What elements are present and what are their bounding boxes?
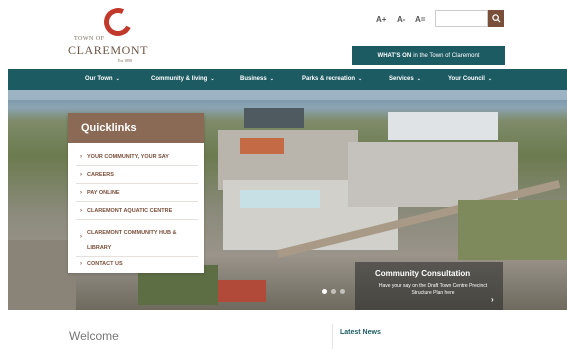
- green-area: [458, 200, 567, 260]
- nav-item-your-council[interactable]: Your Council ⌄: [448, 76, 492, 82]
- nav-item-parks-recreation[interactable]: Parks & recreation ⌄: [302, 76, 362, 82]
- quicklink-label: CLAREMONT COMMUNITY HUB & LIBRARY: [87, 230, 177, 251]
- site-header: TOWN OF CLAREMONT Est 1898 A+ A- A= WHAT…: [0, 0, 567, 68]
- chevron-right-icon: ›: [80, 172, 82, 178]
- font-decrease-button[interactable]: A-: [397, 15, 405, 24]
- search-icon: [491, 14, 501, 23]
- carousel-dot[interactable]: [322, 289, 327, 294]
- logo-name: CLAREMONT: [68, 43, 149, 57]
- chevron-down-icon: ⌄: [358, 76, 363, 82]
- whats-on-button[interactable]: WHAT'S ON in the Town of Claremont: [352, 46, 505, 65]
- consultation-banner[interactable]: Community Consultation Have your say on …: [355, 262, 503, 310]
- font-increase-button[interactable]: A+: [376, 15, 386, 24]
- nav-item-services[interactable]: Services ⌄: [389, 76, 421, 82]
- search-input[interactable]: [435, 10, 488, 27]
- chevron-down-icon: ⌄: [487, 76, 493, 82]
- latest-news-heading: Latest News: [340, 329, 381, 336]
- chevron-down-icon: ⌄: [210, 76, 215, 82]
- quicklink-label: CONTACT US: [87, 261, 123, 267]
- main-nav: Our Town ⌄ Community & living ⌄ Business ⌄ …: [8, 69, 567, 90]
- whats-on-strong: WHAT'S ON: [377, 52, 412, 59]
- search-button[interactable]: [488, 10, 504, 27]
- font-reset-button[interactable]: A=: [415, 15, 425, 24]
- nav-label: Parks & recreation: [302, 76, 356, 82]
- logo-est: Est 1898: [118, 58, 133, 63]
- quicklink-aquatic-centre[interactable]: › CLAREMONT AQUATIC CENTRE: [68, 208, 204, 215]
- quicklink-label: CAREERS: [87, 172, 114, 178]
- carousel-dots: [322, 289, 345, 294]
- nav-item-our-town[interactable]: Our Town ⌄: [85, 76, 120, 82]
- consultation-title: Community Consultation: [375, 269, 471, 278]
- quicklinks-panel: Quicklinks › YOUR COMMUNITY, YOUR SAY › …: [68, 113, 204, 273]
- nav-label: Your Council: [448, 76, 485, 82]
- chevron-right-icon: ›: [80, 190, 82, 196]
- chevron-right-icon: ›: [80, 234, 82, 240]
- nav-item-business[interactable]: Business ⌄: [240, 76, 274, 82]
- quicklink-your-community[interactable]: › YOUR COMMUNITY, YOUR SAY: [68, 154, 204, 161]
- quicklink-label: PAY ONLINE: [87, 190, 120, 196]
- houses-left: [8, 240, 76, 310]
- divider: [76, 219, 198, 220]
- nav-label: Services: [389, 76, 414, 82]
- chevron-down-icon: ⌄: [269, 76, 274, 82]
- tower-block: [388, 112, 498, 140]
- chevron-right-icon: ›: [80, 261, 82, 267]
- quicklink-label: CLAREMONT AQUATIC CENTRE: [87, 208, 173, 214]
- chevron-right-icon: ›: [80, 208, 82, 214]
- nav-label: Community & living: [151, 76, 208, 82]
- quicklinks-title: Quicklinks: [68, 113, 204, 143]
- divider: [76, 256, 198, 257]
- divider: [76, 201, 198, 202]
- divider: [76, 165, 198, 166]
- logo-c-mark: [100, 4, 136, 40]
- quicklink-contact-us[interactable]: › CONTACT US: [68, 261, 204, 268]
- town-logo[interactable]: TOWN OF CLAREMONT Est 1898: [66, 4, 149, 63]
- chevron-down-icon: ⌄: [115, 76, 120, 82]
- glass-roof: [240, 190, 320, 208]
- quicklink-pay-online[interactable]: › PAY ONLINE: [68, 190, 204, 197]
- carousel-dot[interactable]: [340, 289, 345, 294]
- dark-building: [244, 108, 304, 128]
- sky-strip: [8, 90, 567, 100]
- quicklink-community-hub[interactable]: › CLAREMONT COMMUNITY HUB & LIBRARY: [68, 226, 198, 256]
- quicklink-careers[interactable]: › CAREERS: [68, 172, 204, 179]
- divider: [332, 324, 333, 349]
- consultation-text: Have your say on the Draft Town Centre P…: [378, 283, 488, 296]
- next-arrow-icon[interactable]: ›: [491, 295, 494, 304]
- chevron-right-icon: ›: [80, 154, 82, 160]
- quicklink-label: YOUR COMMUNITY, YOUR SAY: [87, 154, 169, 160]
- welcome-heading: Welcome: [69, 329, 119, 343]
- red-roofs: [240, 138, 284, 154]
- divider: [76, 183, 198, 184]
- nav-item-community-living[interactable]: Community & living ⌄: [151, 76, 215, 82]
- logo-town-of: TOWN OF: [74, 36, 105, 42]
- nav-label: Business: [240, 76, 267, 82]
- whats-on-rest: in the Town of Claremont: [413, 52, 480, 59]
- nav-label: Our Town: [85, 76, 113, 82]
- carousel-dot[interactable]: [331, 289, 336, 294]
- chevron-down-icon: ⌄: [416, 76, 421, 82]
